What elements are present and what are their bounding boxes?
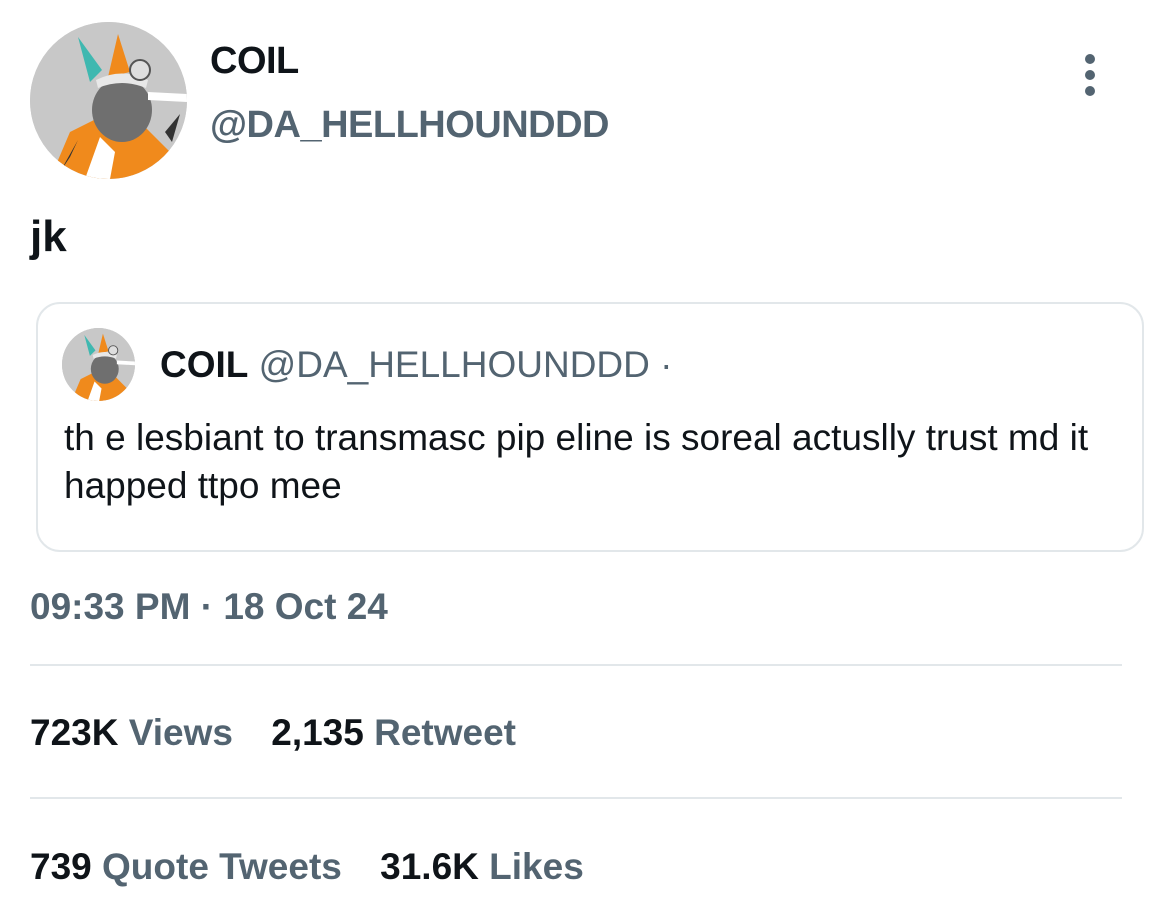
quoted-tweet-card[interactable]: COIL @DA_HELLHOUNDDD · th e lesbiant to … xyxy=(36,302,1144,552)
author-display-name[interactable]: COIL xyxy=(210,40,299,83)
retweets-label: Retweet xyxy=(374,712,517,753)
quote-tweets-count: 739 xyxy=(30,846,92,887)
quoted-author-display-name[interactable]: COIL xyxy=(160,344,248,385)
divider xyxy=(30,664,1122,666)
avatar-illustration-icon xyxy=(62,328,135,401)
more-dot xyxy=(1085,70,1095,80)
retweets-stat[interactable]: 2,135 Retweet xyxy=(271,712,516,753)
divider xyxy=(30,797,1122,799)
views-label: Views xyxy=(128,712,233,753)
likes-count: 31.6K xyxy=(380,846,479,887)
more-dot xyxy=(1085,54,1095,64)
views-stat[interactable]: 723K Views xyxy=(30,712,243,753)
more-vertical-icon[interactable] xyxy=(1070,50,1110,100)
quote-tweets-label: Quote Tweets xyxy=(102,846,342,887)
avatar-illustration-icon xyxy=(30,22,187,179)
quoted-separator: · xyxy=(660,344,673,385)
tweet-text: jk xyxy=(30,212,67,261)
timestamp-separator: · xyxy=(200,586,214,627)
quoted-tweet-header: COIL @DA_HELLHOUNDDD · xyxy=(160,344,672,386)
tweet-timestamp[interactable]: 09:33 PM · 18 Oct 24 xyxy=(30,586,388,628)
views-count: 723K xyxy=(30,712,119,753)
stats-row-1: 723K Views 2,135 Retweet xyxy=(30,712,544,754)
quote-tweets-stat[interactable]: 739 Quote Tweets xyxy=(30,846,352,887)
author-handle[interactable]: @DA_HELLHOUNDDD xyxy=(210,104,610,147)
quoted-tweet-text: th e lesbiant to transmasc pip eline is … xyxy=(64,417,1089,506)
tweet-time: 09:33 PM xyxy=(30,586,191,627)
likes-stat[interactable]: 31.6K Likes xyxy=(380,846,584,887)
quoted-author-handle[interactable]: @DA_HELLHOUNDDD xyxy=(259,344,650,385)
likes-label: Likes xyxy=(489,846,584,887)
author-avatar[interactable] xyxy=(30,22,187,179)
quoted-author-avatar[interactable] xyxy=(62,328,135,401)
retweets-count: 2,135 xyxy=(271,712,364,753)
tweet-detail: COIL @DA_HELLHOUNDDD jk COIL @DA_HELLHOU… xyxy=(0,0,1152,920)
stats-row-2: 739 Quote Tweets 31.6K Likes xyxy=(30,846,612,888)
tweet-date: 18 Oct 24 xyxy=(223,586,388,627)
more-dot xyxy=(1085,86,1095,96)
